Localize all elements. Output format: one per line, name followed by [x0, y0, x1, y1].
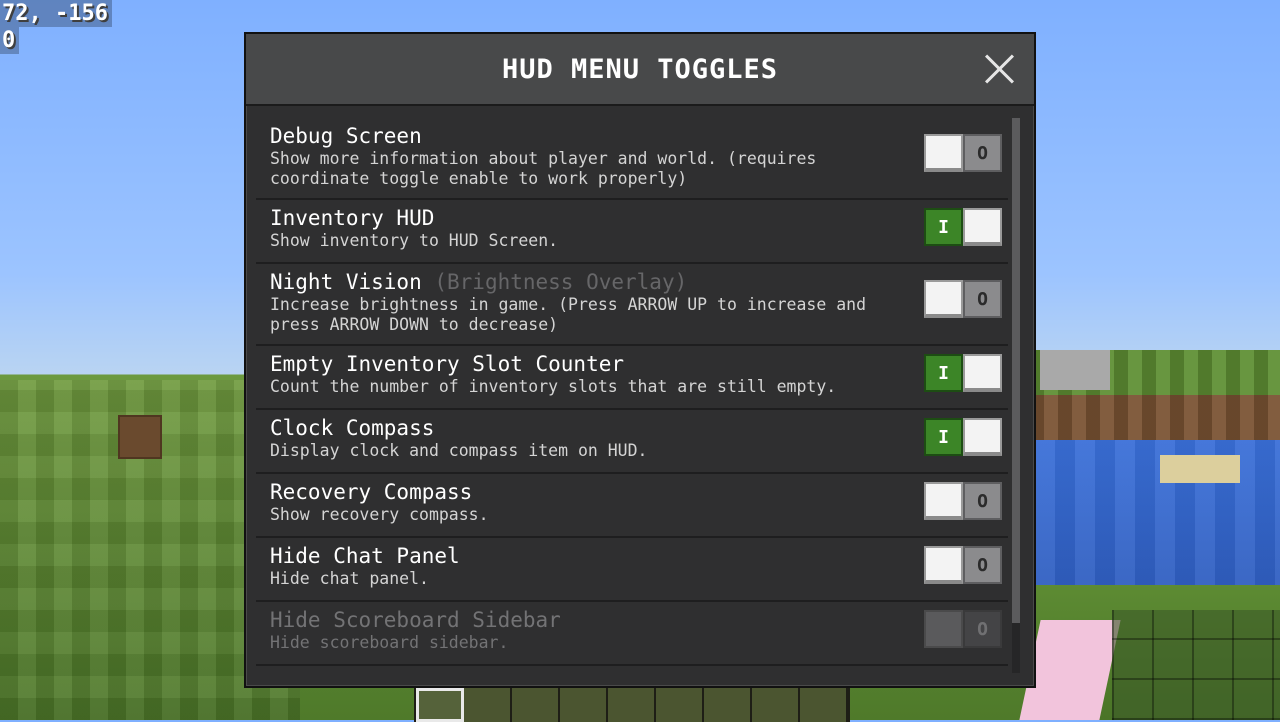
- toggle-title-text: Recovery Compass: [270, 480, 473, 504]
- toggle-title: Hide Scoreboard Sidebar: [270, 608, 910, 633]
- toggle-description: Show recovery compass.: [270, 505, 489, 524]
- toggle-knob: [963, 418, 1002, 456]
- toggle-row-text: Hide Chat Panel Hide chat panel.: [270, 544, 910, 589]
- toggle-title-text: Empty Inventory Slot Counter: [270, 352, 625, 376]
- toggle-row: Debug Screen Show more information about …: [256, 118, 1008, 200]
- hotbar-slot-selected[interactable]: [416, 688, 464, 722]
- hotbar-slot[interactable]: [608, 688, 656, 722]
- toggle-switch[interactable]: O: [924, 280, 1002, 318]
- toggle-title-text: Clock Compass: [270, 416, 435, 440]
- scrollbar[interactable]: [1012, 118, 1020, 673]
- toggle-list: Debug Screen Show more information about …: [256, 118, 1008, 673]
- toggle-knob: [924, 482, 963, 520]
- sand-blocks: [1160, 455, 1240, 483]
- hotbar-slot[interactable]: [656, 688, 704, 722]
- toggle-row-text: Inventory HUD Show inventory to HUD Scree…: [270, 206, 910, 251]
- hotbar-slot[interactable]: [464, 688, 512, 722]
- toggle-knob: [924, 134, 963, 172]
- hotbar-slot[interactable]: [704, 688, 752, 722]
- toggle-knob: [924, 280, 963, 318]
- toggle-description: Show inventory to HUD Screen.: [270, 231, 559, 250]
- toggle-row: Recovery Compass Show recovery compass. O: [256, 474, 1008, 538]
- toggle-row: Night Vision (Brightness Overlay) Increas…: [256, 264, 1008, 346]
- toggle-description: Hide chat panel.: [270, 569, 429, 588]
- toggle-description: Show more information about player and w…: [270, 149, 817, 188]
- toggle-description: Hide scoreboard sidebar.: [270, 633, 509, 652]
- hotbar: [414, 686, 850, 722]
- toggle-off-indicator: O: [963, 482, 1002, 520]
- water: [1035, 440, 1280, 590]
- toggle-description: Increase brightness in game. (Press ARRO…: [270, 295, 867, 334]
- toggle-row-text: Night Vision (Brightness Overlay) Increas…: [270, 270, 910, 335]
- toggle-switch: O: [924, 610, 1002, 648]
- hotbar-slot[interactable]: [752, 688, 800, 722]
- scrollbar-thumb[interactable]: [1012, 118, 1020, 623]
- toggle-on-indicator: I: [924, 354, 963, 392]
- toggle-title-text: Inventory HUD: [270, 206, 435, 230]
- toggle-knob: [963, 354, 1002, 392]
- toggle-row-text: Recovery Compass Show recovery compass.: [270, 480, 910, 525]
- toggle-switch[interactable]: I: [924, 208, 1002, 246]
- toggle-knob: [924, 546, 963, 584]
- dialog-header: HUD MENU TOGGLES: [246, 34, 1034, 106]
- toggle-row-text: Hide Scoreboard Sidebar Hide scoreboard s…: [270, 608, 910, 653]
- toggle-row-text: Empty Inventory Slot Counter Count the nu…: [270, 352, 910, 397]
- toggle-title-text: Night Vision: [270, 270, 422, 294]
- toggle-row: Hide Scoreboard Sidebar Hide scoreboard s…: [256, 602, 1008, 666]
- toggle-title-text: Debug Screen: [270, 124, 422, 148]
- toggle-row: Hide Chat Panel Hide chat panel. O: [256, 538, 1008, 602]
- toggle-switch[interactable]: O: [924, 134, 1002, 172]
- toggle-on-indicator: I: [924, 418, 963, 456]
- toggle-row: Empty Inventory Slot Counter Count the nu…: [256, 346, 1008, 410]
- toggle-description: Display clock and compass item on HUD.: [270, 441, 648, 460]
- toggle-off-indicator: O: [963, 134, 1002, 172]
- hotbar-slot[interactable]: [512, 688, 560, 722]
- hud-toggles-dialog: HUD MENU TOGGLES Debug Screen Show more i…: [244, 32, 1036, 688]
- toggle-switch[interactable]: I: [924, 354, 1002, 392]
- toggle-title-suffix: (Brightness Overlay): [434, 270, 688, 294]
- coordinates-readout: 72, -156 0: [0, 0, 112, 54]
- toggle-on-indicator: I: [924, 208, 963, 246]
- toggle-switch[interactable]: I: [924, 418, 1002, 456]
- toggle-title-text: Hide Scoreboard Sidebar: [270, 608, 561, 632]
- toggle-description: Count the number of inventory slots that…: [270, 377, 837, 396]
- toggle-row: Inventory HUD Show inventory to HUD Scree…: [256, 200, 1008, 264]
- toggle-title-text: Hide Chat Panel: [270, 544, 460, 568]
- toggle-off-indicator: O: [963, 280, 1002, 318]
- toggle-title: Recovery Compass: [270, 480, 910, 505]
- toggle-title: Inventory HUD: [270, 206, 910, 231]
- toggle-row-text: Debug Screen Show more information about …: [270, 124, 910, 189]
- toggle-switch[interactable]: O: [924, 546, 1002, 584]
- toggle-title: Clock Compass: [270, 416, 910, 441]
- toggle-knob: [924, 610, 963, 648]
- toggle-off-indicator: O: [963, 610, 1002, 648]
- toggle-switch[interactable]: O: [924, 482, 1002, 520]
- toggle-row: Clock Compass Display clock and compass i…: [256, 410, 1008, 474]
- dialog-title: HUD MENU TOGGLES: [501, 53, 779, 85]
- close-icon[interactable]: [982, 52, 1016, 86]
- hotbar-slot[interactable]: [560, 688, 608, 722]
- toggle-title: Hide Chat Panel: [270, 544, 910, 569]
- hotbar-slot[interactable]: [800, 688, 848, 722]
- coordinates-line: 72, -156: [0, 0, 112, 27]
- toggle-title: Night Vision (Brightness Overlay): [270, 270, 910, 295]
- toggle-title: Debug Screen: [270, 124, 910, 149]
- toggle-off-indicator: O: [963, 546, 1002, 584]
- dirt-block: [118, 415, 162, 459]
- stone-block: [1040, 350, 1110, 390]
- toggle-row-text: Clock Compass Display clock and compass i…: [270, 416, 910, 461]
- toggle-knob: [963, 208, 1002, 246]
- toggle-title: Empty Inventory Slot Counter: [270, 352, 910, 377]
- inventory-grid-partial: [1112, 610, 1280, 720]
- coordinates-line-y: 0: [0, 27, 20, 54]
